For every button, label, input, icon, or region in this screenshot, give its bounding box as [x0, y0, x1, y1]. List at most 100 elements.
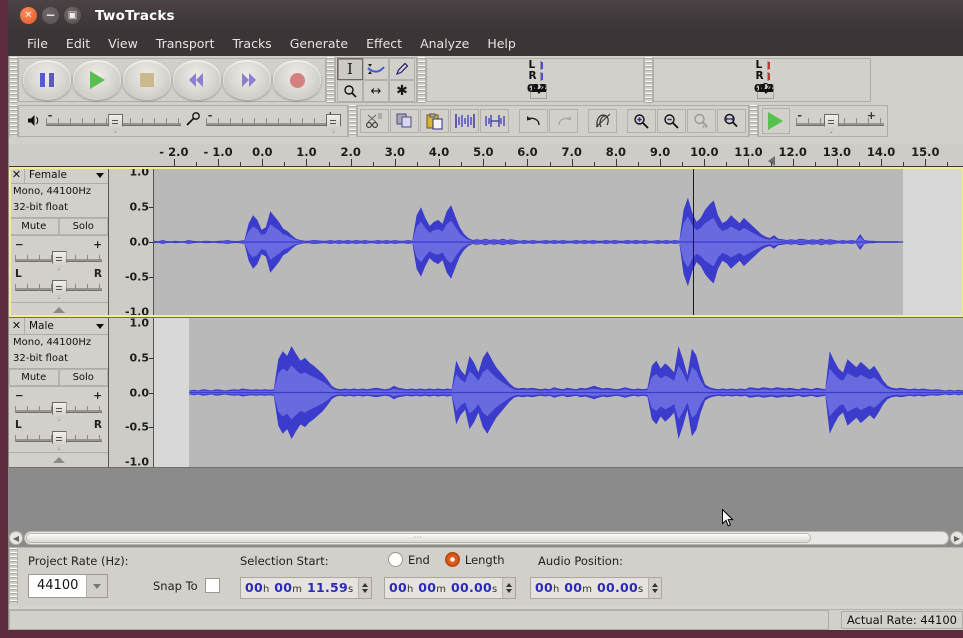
- recording-meter-grip[interactable]: [417, 57, 426, 103]
- main-body: I ↔ ✱ L R -42 -24 -12 0 L R -42 -24 -12 …: [8, 56, 963, 630]
- track-collapse-button-male[interactable]: [9, 452, 108, 467]
- vruler-label-male-3: -0.5: [124, 420, 149, 434]
- ruler-tick-minor: [947, 162, 949, 166]
- minimize-icon[interactable]: −: [42, 7, 59, 24]
- track-mute-solo-male: Mute Solo: [9, 368, 108, 387]
- envelope-icon: [367, 64, 385, 74]
- output-volume-slider[interactable]: -: [46, 109, 181, 133]
- mute-button-male[interactable]: Mute: [9, 369, 59, 386]
- tools-toolbar-grip[interactable]: [326, 57, 335, 103]
- mute-button-female[interactable]: Mute: [9, 218, 59, 235]
- menu-generate[interactable]: Generate: [281, 34, 357, 53]
- play-at-speed-grip[interactable]: [749, 105, 758, 137]
- menu-view[interactable]: View: [99, 34, 147, 53]
- undo-button[interactable]: [519, 109, 548, 133]
- cut-icon: [365, 113, 382, 128]
- track-menu-male[interactable]: [92, 323, 108, 329]
- horizontal-scrollbar[interactable]: ◀ ⋯ ▶: [9, 529, 963, 547]
- selection-length-spinner[interactable]: [501, 578, 515, 598]
- multi-tool-button[interactable]: ✱: [389, 80, 415, 102]
- selection-length-digits: 00h 00m 00.00s: [389, 580, 498, 595]
- transport-toolbar: [18, 58, 326, 102]
- audio-position-spinner[interactable]: [647, 578, 661, 598]
- paste-button[interactable]: [420, 109, 449, 133]
- ruler-tick-major: [704, 159, 706, 166]
- selection-start-field[interactable]: 00h 00m 11.59s: [240, 577, 372, 599]
- selection-length-field[interactable]: 00h 00m 00.00s: [384, 577, 516, 599]
- magnifier-icon: [343, 84, 357, 98]
- solo-button-female[interactable]: Solo: [58, 218, 108, 235]
- pause-button[interactable]: [23, 60, 71, 100]
- scroll-left-arrow[interactable]: ◀: [9, 531, 23, 545]
- gain-slider-female[interactable]: − +: [9, 236, 108, 270]
- project-rate-combo[interactable]: 44100: [28, 574, 108, 598]
- project-rate-dropdown-arrow[interactable]: [86, 575, 107, 597]
- menu-effect[interactable]: Effect: [357, 34, 411, 53]
- snap-to-checkbox[interactable]: [204, 578, 220, 593]
- track-collapse-button-female[interactable]: [9, 302, 108, 317]
- audio-position-field[interactable]: 00h 00m 00.00s: [530, 577, 662, 599]
- copy-button[interactable]: [390, 109, 419, 133]
- draw-tool-button[interactable]: [389, 58, 415, 80]
- selection-start-spinner[interactable]: [357, 578, 371, 598]
- track-close-button-male[interactable]: ✕: [9, 318, 25, 334]
- silence-button[interactable]: [480, 109, 509, 133]
- selection-toolbar-grip[interactable]: [9, 548, 18, 604]
- skip-to-start-button[interactable]: [173, 60, 221, 100]
- mixer-toolbar-grip[interactable]: [9, 105, 18, 137]
- waveform-male[interactable]: [154, 318, 963, 467]
- gain-slider-male[interactable]: − +: [9, 387, 108, 421]
- cut-button[interactable]: [360, 109, 389, 133]
- fit-selection-button[interactable]: ↔: [687, 109, 716, 133]
- envelope-tool-button[interactable]: [363, 58, 389, 80]
- menu-file[interactable]: File: [18, 34, 57, 53]
- scroll-right-arrow[interactable]: ▶: [950, 531, 963, 545]
- track-female[interactable]: ✕ Female Mono, 44100Hz 32-bit float Mute…: [9, 167, 963, 319]
- zoom-out-button[interactable]: [657, 109, 686, 133]
- zoom-in-button[interactable]: [627, 109, 656, 133]
- menu-edit[interactable]: Edit: [57, 34, 99, 53]
- play-at-speed-toolbar: - +: [758, 105, 888, 137]
- track-close-button-female[interactable]: ✕: [9, 167, 25, 183]
- transport-toolbar-grip[interactable]: [9, 57, 18, 103]
- skip-to-end-button[interactable]: [223, 60, 271, 100]
- track-male[interactable]: ✕ Male Mono, 44100Hz 32-bit float Mute S…: [9, 317, 963, 469]
- timeshift-tool-button[interactable]: ↔: [363, 80, 389, 102]
- selection-tool-button[interactable]: I: [337, 58, 363, 80]
- trim-button[interactable]: [450, 109, 479, 133]
- edit-toolbar-grip[interactable]: [348, 105, 357, 137]
- pan-slider-female[interactable]: LR: [9, 267, 108, 299]
- menu-transport[interactable]: Transport: [147, 34, 224, 53]
- input-volume-slider[interactable]: - +: [206, 109, 341, 133]
- stop-button[interactable]: [123, 60, 171, 100]
- record-button[interactable]: [273, 60, 321, 100]
- waveform-svg-male: [189, 346, 963, 439]
- menu-analyze[interactable]: Analyze: [411, 34, 478, 53]
- horizontal-scroll-thumb[interactable]: ⋯: [26, 533, 811, 543]
- end-radio[interactable]: [388, 552, 403, 567]
- playback-meter-toolbar[interactable]: L R -42 -24 -12 0: [653, 58, 871, 102]
- play-at-speed-button[interactable]: [762, 108, 790, 134]
- solo-button-male[interactable]: Solo: [58, 369, 108, 386]
- ruler-tick-major: [483, 159, 485, 166]
- close-icon[interactable]: ✕: [20, 7, 37, 24]
- playback-meter-grip[interactable]: [644, 57, 653, 103]
- sync-lock-button[interactable]: [588, 109, 617, 133]
- timeline-ruler[interactable]: - 2.0 - 1.0 0.0 1.0 2.0 3.0 4.0 5.0 6.0 7.0 8.0 9.0…: [9, 144, 963, 167]
- pan-slider-male[interactable]: LR: [9, 418, 108, 450]
- ruler-label-2: 2.0: [340, 145, 361, 159]
- pan-right-female: R: [93, 268, 102, 280]
- play-speed-slider[interactable]: - +: [795, 109, 884, 133]
- menu-tracks[interactable]: Tracks: [223, 34, 280, 53]
- length-radio[interactable]: [444, 552, 460, 567]
- play-button[interactable]: [73, 60, 121, 100]
- fit-project-button[interactable]: [717, 109, 746, 133]
- track-menu-female[interactable]: [92, 172, 108, 178]
- recording-meter-toolbar[interactable]: L R -42 -24 -12 0: [426, 58, 644, 102]
- maximize-icon[interactable]: ▣: [64, 7, 81, 24]
- zoom-tool-button[interactable]: [337, 80, 363, 102]
- redo-button[interactable]: [549, 109, 578, 133]
- waveform-female[interactable]: [154, 167, 963, 317]
- menu-help[interactable]: Help: [478, 34, 525, 53]
- horizontal-scroll-track[interactable]: ⋯: [24, 531, 949, 545]
